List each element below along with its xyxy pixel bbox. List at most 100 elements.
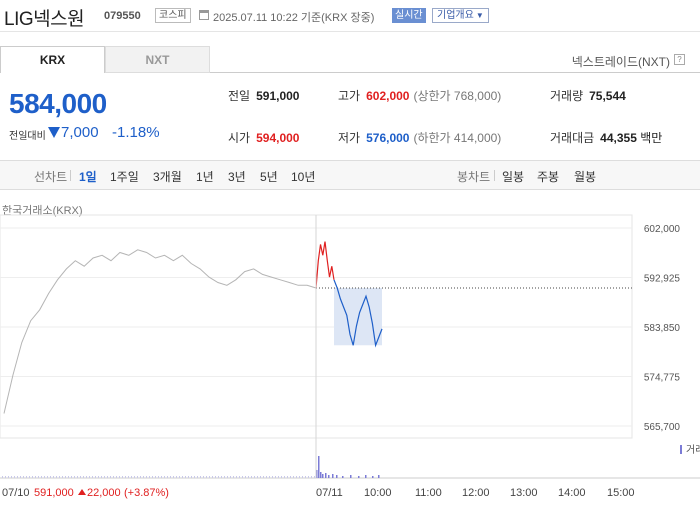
volume-bar: [167, 476, 168, 478]
volume-bar: [236, 476, 237, 478]
volume-bar: [65, 476, 66, 478]
volume-legend-swatch: [680, 445, 682, 454]
volume-bar: [248, 476, 249, 478]
x-tick-label: 13:00: [510, 487, 538, 499]
prev-day-change: 22,000: [87, 487, 121, 499]
volume-bar: [119, 476, 120, 478]
volume-bar: [191, 476, 192, 478]
volume-bar: [95, 476, 96, 478]
volume-bar: [155, 476, 156, 478]
volume-bar: [269, 476, 270, 478]
volume-bar: [146, 476, 147, 478]
volume-bar: [173, 476, 174, 478]
volume-bar: [227, 476, 228, 478]
volume-bar: [110, 476, 111, 478]
volume-bar: [311, 476, 312, 478]
volume-bar: [342, 476, 344, 478]
volume-bar: [215, 476, 216, 478]
volume-bar: [104, 476, 105, 478]
volume-bar: [41, 476, 42, 478]
volume-bar: [113, 476, 114, 478]
volume-bar: [224, 476, 225, 478]
volume-bar: [281, 476, 282, 478]
volume-bar: [328, 475, 330, 478]
volume-bar: [325, 473, 327, 478]
volume-bar: [200, 476, 201, 478]
volume-bar: [77, 476, 78, 478]
volume-bar: [14, 476, 15, 478]
volume-bar: [287, 476, 288, 478]
volume-bar: [149, 476, 150, 478]
volume-bar: [143, 476, 144, 478]
volume-bar: [185, 476, 186, 478]
volume-bar: [152, 476, 153, 478]
volume-bar: [98, 476, 99, 478]
volume-bar: [74, 476, 75, 478]
volume-bar: [378, 475, 380, 478]
volume-bar: [188, 476, 189, 478]
volume-bar: [206, 476, 207, 478]
volume-bar: [350, 475, 352, 478]
volume-bar: [209, 476, 210, 478]
x-tick-label: 12:00: [462, 487, 490, 499]
volume-bar: [101, 476, 102, 478]
volume-bar: [140, 476, 141, 478]
volume-bar: [233, 476, 234, 478]
volume-bar: [11, 476, 12, 478]
volume-bar: [263, 476, 264, 478]
y-tick-label: 574,775: [644, 373, 681, 384]
volume-bar: [26, 476, 27, 478]
volume-bar: [251, 476, 252, 478]
volume-bar: [179, 476, 180, 478]
volume-bar: [272, 476, 273, 478]
volume-bar: [239, 476, 240, 478]
volume-bar: [308, 476, 309, 478]
prev-day-change-pct: (+3.87%): [124, 487, 169, 499]
volume-bar: [35, 476, 36, 478]
volume-bar: [53, 476, 54, 478]
volume-bar: [170, 476, 171, 478]
volume-bar: [266, 476, 267, 478]
volume-bar: [260, 476, 261, 478]
volume-bar: [290, 476, 291, 478]
y-tick-label: 592,925: [644, 274, 681, 285]
volume-bar: [107, 476, 108, 478]
series-line-up: [315, 241, 335, 289]
volume-bar: [92, 476, 93, 478]
y-tick-label: 583,850: [644, 323, 681, 334]
volume-bar: [293, 476, 294, 478]
volume-bar: [17, 476, 18, 478]
volume-bar: [116, 476, 117, 478]
volume-bar: [5, 476, 6, 478]
price-chart: 602,000 592,925 583,850 574,775 565,700 거래량 07…: [0, 214, 700, 499]
volume-bar: [320, 472, 322, 478]
volume-bar: [299, 476, 300, 478]
y-tick-label: 602,000: [644, 224, 681, 235]
y-tick-label: 565,700: [644, 422, 681, 433]
volume-bar: [230, 476, 231, 478]
volume-bar: [257, 476, 258, 478]
volume-bar: [38, 476, 39, 478]
volume-bar: [203, 476, 204, 478]
volume-bar: [80, 476, 81, 478]
volume-bar: [71, 476, 72, 478]
volume-bar: [302, 476, 303, 478]
series-line-prev-day: [3, 249, 317, 414]
volume-bar: [194, 476, 195, 478]
volume-bar: [182, 476, 183, 478]
volume-bar: [83, 476, 84, 478]
volume-bar: [20, 476, 21, 478]
volume-bar: [161, 476, 162, 478]
volume-bar: [125, 476, 126, 478]
volume-bar: [32, 476, 33, 478]
x-tick-label: 07/10: [2, 487, 30, 499]
volume-bar: [128, 476, 129, 478]
volume-bar: [47, 476, 48, 478]
volume-bar: [322, 474, 324, 478]
volume-bar: [56, 476, 57, 478]
volume-bar: [314, 476, 315, 478]
volume-bar: [68, 476, 69, 478]
volume-bar: [278, 476, 279, 478]
volume-bar: [305, 476, 306, 478]
volume-bar: [358, 476, 360, 478]
